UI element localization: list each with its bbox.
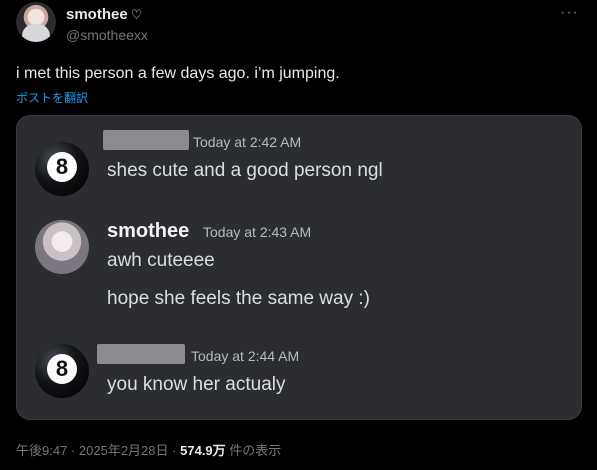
discord-screenshot-image[interactable]: 8 Today at 2:42 AM shes cute and a good …: [16, 115, 582, 420]
author-handle[interactable]: @smotheexx: [66, 27, 148, 43]
message-text: hope she feels the same way :): [107, 288, 370, 309]
post-text: i met this person a few days ago. i’m ju…: [16, 65, 340, 82]
message-timestamp: Today at 2:44 AM: [191, 348, 300, 364]
eight-ball-number: 8: [55, 356, 69, 381]
message-author: smothee: [107, 220, 190, 242]
separator: ·: [70, 443, 76, 458]
eight-ball-number: 8: [55, 154, 69, 179]
user-avatar: [35, 220, 89, 274]
post-date[interactable]: 2025年2月28日: [79, 443, 169, 458]
more-options-icon[interactable]: ···: [560, 4, 579, 22]
message-timestamp: Today at 2:42 AM: [193, 134, 302, 150]
post-time[interactable]: 午後9:47: [16, 443, 67, 458]
heart-icon: ♡: [130, 7, 143, 22]
redacted-username: [97, 344, 185, 364]
separator: ·: [172, 443, 177, 458]
redacted-username: [103, 130, 189, 150]
eight-ball-avatar: 8: [35, 344, 89, 398]
author-display-name[interactable]: smothee ♡: [66, 6, 142, 23]
message-text: you know her actualy: [107, 374, 286, 395]
display-name-text[interactable]: smothee: [66, 6, 128, 23]
view-count-label: 件の表示: [229, 443, 282, 458]
post-metadata: 午後9:47 · 2025年2月28日 · 574.9万 件の表示: [16, 440, 281, 459]
author-avatar[interactable]: [16, 2, 56, 42]
message-text: shes cute and a good person ngl: [107, 160, 383, 181]
message-text: awh cuteeee: [107, 250, 215, 271]
translate-post-link[interactable]: ポストを翻訳: [16, 89, 88, 106]
message-timestamp: Today at 2:43 AM: [203, 224, 312, 240]
eight-ball-avatar: 8: [35, 142, 89, 196]
view-count[interactable]: 574.9万: [180, 443, 226, 458]
